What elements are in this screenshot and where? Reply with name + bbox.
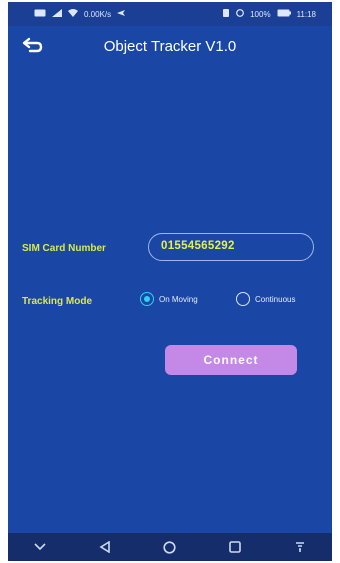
chevron-down-icon[interactable] <box>30 537 50 557</box>
app-bar: Object Tracker V1.0 <box>8 26 332 68</box>
main-content: SIM Card Number 01554565292 Tracking Mod… <box>8 68 332 533</box>
vibrate-icon <box>222 9 230 19</box>
battery-icon <box>277 9 291 19</box>
radio-on-moving[interactable]: On Moving <box>140 292 198 306</box>
tracking-mode-label: Tracking Mode <box>22 296 93 307</box>
network-speed: 0.00K/s <box>84 9 112 19</box>
sim-card-input[interactable]: 01554565292 <box>148 233 314 261</box>
status-left: 0.00K/s <box>34 9 126 19</box>
recents-square-icon[interactable] <box>225 537 245 557</box>
notification-icon[interactable] <box>290 537 310 557</box>
app-title: Object Tracker V1.0 <box>103 38 237 55</box>
battery-percent: 100% <box>250 9 271 19</box>
status-right: 100% 11:18 <box>222 9 316 19</box>
connect-button[interactable]: Connect <box>165 345 297 375</box>
wifi-icon <box>68 9 78 19</box>
radio-selected-icon <box>140 292 154 306</box>
radio-unselected-icon <box>236 292 250 306</box>
sim-card-value: 01554565292 <box>161 240 235 252</box>
radio-on-moving-label: On Moving <box>159 294 198 304</box>
send-icon <box>117 9 126 19</box>
message-icon <box>34 9 46 19</box>
phone-screen: 0.00K/s 100% 11:18 Object Tracker V1.0 S… <box>8 2 332 561</box>
navigation-bar <box>8 533 332 561</box>
back-triangle-icon[interactable] <box>95 537 115 557</box>
clock: 11:18 <box>296 9 316 19</box>
status-bar: 0.00K/s 100% 11:18 <box>8 2 332 26</box>
signal-icon <box>52 9 62 19</box>
alarm-icon <box>236 9 244 19</box>
home-circle-icon[interactable] <box>160 537 180 557</box>
radio-continuous-label: Continuous <box>255 294 296 304</box>
radio-continuous[interactable]: Continuous <box>236 292 295 306</box>
sim-card-label: SIM Card Number <box>22 243 106 254</box>
